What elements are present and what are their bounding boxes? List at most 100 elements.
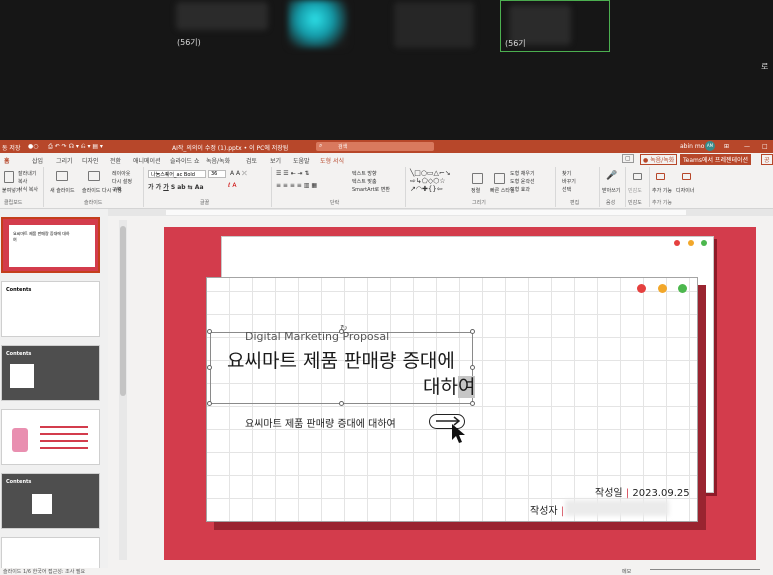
- vertical-scrollbar[interactable]: [119, 220, 127, 560]
- new-slide-button[interactable]: 새 슬라이드: [50, 187, 75, 194]
- section-button[interactable]: 구역: [112, 186, 121, 193]
- resize-handle[interactable]: [207, 329, 212, 334]
- subtitle-english[interactable]: Digital Marketing Proposal: [245, 330, 389, 343]
- tab-slideshow[interactable]: 슬라이드 쇼: [170, 156, 200, 165]
- text-direction-button[interactable]: 텍스트 방향: [352, 170, 377, 177]
- slide-thumbnail-4[interactable]: [1, 409, 100, 465]
- paste-icon[interactable]: [4, 171, 14, 183]
- participant-tile-2[interactable]: [282, 0, 352, 52]
- font-color-icon[interactable]: ℓ A: [228, 182, 237, 189]
- designer-icon[interactable]: [682, 173, 691, 180]
- quick-access-icons[interactable]: ⎙ ↶ ↷ ☊ ▾ ⎌ ▾ ▤ ▾: [48, 143, 103, 151]
- tab-transitions[interactable]: 전환: [110, 156, 121, 165]
- align-icons[interactable]: ≡ ≡ ≡ ≡ ▥ ▦: [276, 182, 317, 189]
- group-paragraph: ☰ ☰ ⇤ ⇥ ⇅ ≡ ≡ ≡ ≡ ▥ ▦ 텍스트 방향 텍스트 맞춤 Smar…: [272, 167, 406, 207]
- find-button[interactable]: 찾기: [562, 170, 571, 177]
- cut-button[interactable]: 잘라내기: [18, 170, 36, 177]
- minimize-icon[interactable]: —: [744, 143, 750, 150]
- slide-thumbnail-2[interactable]: Contents: [1, 281, 100, 337]
- reset-button[interactable]: 다시 설정: [112, 178, 132, 185]
- group-label: 민감도: [628, 200, 642, 206]
- horizontal-ruler[interactable]: [108, 209, 773, 216]
- font-name-select[interactable]: 나눔스퀘어_ac Bold: [148, 170, 206, 178]
- tab-design[interactable]: 디자인: [82, 156, 99, 165]
- microphone-icon[interactable]: 🎤: [606, 171, 617, 181]
- arrange-icon[interactable]: [472, 173, 483, 184]
- search-box[interactable]: ⌕ 검색: [316, 142, 434, 151]
- group-label: 클립보드: [4, 200, 23, 206]
- maximize-icon[interactable]: □: [762, 143, 768, 150]
- share-button[interactable]: 공: [761, 154, 773, 165]
- slide-thumbnail-1[interactable]: 요씨마트 제품 판매량 증대에 대하여: [1, 217, 100, 273]
- participant-tile-1[interactable]: (56기): [170, 0, 280, 52]
- autosave-toggle[interactable]: 동 저장: [2, 143, 20, 152]
- notes-button[interactable]: 메모: [622, 568, 631, 575]
- reuse-slide-icon[interactable]: [88, 171, 100, 181]
- sensitivity-icon[interactable]: [633, 173, 642, 180]
- resize-handle[interactable]: [470, 365, 475, 370]
- autosave-switch[interactable]: ●○: [28, 143, 38, 150]
- new-slide-icon[interactable]: [56, 171, 68, 181]
- tab-home[interactable]: 홈: [4, 156, 10, 165]
- group-voice: 🎤 받아쓰기 음성: [600, 167, 626, 207]
- shape-effects-button[interactable]: 도형 효과: [510, 186, 530, 193]
- avatar[interactable]: AM: [705, 141, 715, 151]
- participant-tile-3[interactable]: [392, 0, 492, 52]
- addins-button[interactable]: 추가 기능: [652, 187, 672, 194]
- sensitivity-button[interactable]: 민감도: [628, 187, 642, 194]
- participant-tile-active[interactable]: (56기: [500, 0, 610, 52]
- slide-title-line-2[interactable]: 대하여: [423, 372, 476, 399]
- teams-present-button[interactable]: Teams에서 프레젠테이션: [680, 154, 752, 165]
- resize-handle[interactable]: [207, 401, 212, 406]
- select-button[interactable]: 선택: [562, 186, 571, 193]
- user-name[interactable]: abin mo: [680, 143, 704, 150]
- date-line[interactable]: 작성일 | 2023.09.25: [595, 484, 690, 499]
- addins-icon[interactable]: [656, 173, 665, 180]
- record-button[interactable]: ● 녹음/녹화: [640, 154, 678, 165]
- shape-outline-button[interactable]: 도형 윤곽선: [510, 178, 535, 185]
- resize-handle[interactable]: [207, 365, 212, 370]
- shape-fill-button[interactable]: 도형 채우기: [510, 170, 535, 177]
- zoom-slider[interactable]: [650, 569, 760, 573]
- author-line[interactable]: 작성자 |: [530, 502, 564, 517]
- tab-shape-format[interactable]: 도형 서식: [320, 156, 344, 165]
- arrange-button[interactable]: 정렬: [471, 187, 480, 194]
- list-icons[interactable]: ☰ ☰ ⇤ ⇥ ⇅: [276, 170, 309, 177]
- ribbon-display-icon[interactable]: ⊞: [724, 143, 729, 150]
- quick-styles-icon[interactable]: [494, 173, 505, 184]
- copy-button[interactable]: 복사: [18, 178, 27, 185]
- slide-body-text[interactable]: 요씨마트 제품 판매량 증대에 대하여: [245, 415, 396, 430]
- resize-handle[interactable]: [470, 329, 475, 334]
- resize-handle[interactable]: [339, 401, 344, 406]
- layout-button[interactable]: 레이아웃: [112, 170, 130, 177]
- group-label: 슬라이드: [84, 200, 103, 206]
- slide-thumbnail-3[interactable]: Contents: [1, 345, 100, 401]
- replace-button[interactable]: 바꾸기: [562, 178, 576, 185]
- tab-record[interactable]: 녹음/녹화: [206, 156, 230, 165]
- tab-draw[interactable]: 그리기: [56, 156, 73, 165]
- comments-icon[interactable]: ▢: [622, 154, 634, 163]
- slide-title-line-1[interactable]: 요씨마트 제품 판매량 증대에: [227, 346, 455, 373]
- resize-handle[interactable]: [470, 401, 475, 406]
- dictate-button[interactable]: 받아쓰기: [602, 187, 620, 194]
- main-slide[interactable]: ↻ Digital Marketing Proposal 요씨마트 제품 판매량…: [164, 227, 756, 560]
- smartart-button[interactable]: SmartArt로 변환: [352, 186, 390, 193]
- shapes-gallery[interactable]: ╲□○▭△⌐↘ ⇨↳⬠◇⬡☆ ↗◠✚{}⇦: [410, 169, 451, 193]
- group-label: 음성: [606, 200, 616, 206]
- group-clipboard: 붙여넣기 잘라내기 복사 서식 복사 클립보드: [0, 167, 44, 207]
- tab-review[interactable]: 검토: [246, 156, 257, 165]
- font-size-icons[interactable]: A A ⤫: [230, 170, 247, 178]
- font-size-select[interactable]: 36: [208, 170, 226, 178]
- redacted-author-name: [565, 500, 669, 516]
- tab-animations[interactable]: 애니메이션: [133, 156, 161, 165]
- tab-view[interactable]: 보기: [270, 156, 281, 165]
- font-style-icons[interactable]: 가 가 가 S ab ⇆ Aa: [148, 182, 204, 191]
- scroll-thumb[interactable]: [120, 226, 126, 396]
- align-text-button[interactable]: 텍스트 맞춤: [352, 178, 377, 185]
- tab-help[interactable]: 도움말: [293, 156, 310, 165]
- format-painter-button[interactable]: 서식 복사: [18, 186, 38, 193]
- tab-insert[interactable]: 삽입: [32, 156, 43, 165]
- title-text: 대하: [423, 376, 458, 398]
- designer-button[interactable]: 디자이너: [676, 187, 694, 194]
- slide-thumbnail-5[interactable]: Contents: [1, 473, 100, 529]
